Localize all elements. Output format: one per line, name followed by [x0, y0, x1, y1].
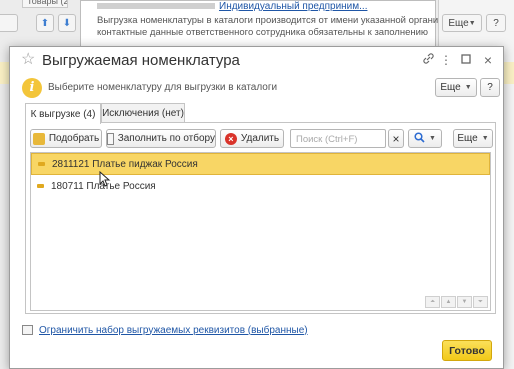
link-icon[interactable] [420, 52, 436, 68]
scroll-bottom-icon[interactable]: ⏷ [473, 296, 488, 308]
dialog-title: Выгружаемая номенклатура [42, 52, 240, 69]
pick-label: Подобрать [48, 133, 100, 144]
fill-icon [107, 132, 114, 145]
search-icon [414, 131, 425, 146]
limit-attributes: Ограничить набор выгружаемых реквизитов … [22, 323, 308, 337]
grid-navigation: ⏶ ▲ ▼ ⏷ [425, 296, 488, 308]
scroll-top-icon[interactable]: ⏶ [425, 296, 440, 308]
bg-form-panel: Индивидуальный предприним... Выгрузка но… [80, 0, 467, 48]
fill-label: Заполнить по отбору [117, 133, 215, 144]
chevron-down-icon: ▼ [468, 19, 476, 27]
tab-label: Исключения (нет) [102, 108, 184, 119]
bg-tab: Товары (2) [22, 0, 68, 8]
bg-down-button: ⬇ [58, 14, 76, 32]
delete-icon: × [224, 132, 237, 145]
fill-by-filter-button[interactable]: Заполнить по отбору [106, 129, 216, 148]
bg-more-button: Еще ▼ [442, 14, 482, 32]
search-placeholder: Поиск (Ctrl+F) [296, 134, 358, 145]
item-icon [37, 184, 44, 188]
menu-dots-icon[interactable]: ⋮ [438, 52, 454, 68]
info-bar: i Выберите номенклатуру для выгрузки в к… [20, 77, 500, 101]
maximize-icon[interactable] [458, 52, 474, 68]
search-clear-button[interactable]: × [388, 129, 404, 148]
scroll-up-icon[interactable]: ▲ [441, 296, 456, 308]
item-icon [38, 162, 45, 166]
bg-help-button: ? [486, 14, 506, 32]
info-icon: i [22, 78, 42, 98]
clear-icon: × [392, 131, 400, 146]
tab-to-export[interactable]: К выгрузке (4) [25, 103, 101, 124]
arrow-up-icon: ⬆ [40, 17, 50, 29]
limit-attributes-link[interactable]: Ограничить набор выгружаемых реквизитов … [39, 325, 308, 336]
list-more-label: Еще [457, 133, 478, 144]
attributes-icon [22, 325, 33, 335]
help-button-label: ? [487, 82, 493, 93]
chevron-down-icon: ▼ [481, 135, 489, 142]
export-items-dialog: ☆ Выгружаемая номенклатура ⋮ × i Выберит… [9, 46, 504, 369]
info-text: Выберите номенклатуру для выгрузки в кат… [48, 82, 278, 93]
bg-organization-link: Индивидуальный предприним... [219, 1, 368, 12]
list-more-button[interactable]: Еще ▼ [453, 129, 493, 148]
scroll-down-icon[interactable]: ▼ [457, 296, 472, 308]
help-button[interactable]: ? [480, 78, 500, 97]
star-icon[interactable]: ☆ [21, 51, 35, 69]
arrow-down-icon: ⬇ [62, 17, 72, 29]
search-button[interactable]: ▼ [408, 129, 442, 148]
bg-selection-right [504, 62, 514, 84]
bg-button [0, 14, 18, 32]
more-button[interactable]: Еще ▼ [435, 78, 477, 97]
dialog-titlebar: ☆ Выгружаемая номенклатура ⋮ × [10, 47, 503, 75]
pick-icon [32, 132, 45, 145]
tab-label: К выгрузке (4) [30, 108, 96, 120]
bg-more-label: Еще [448, 17, 469, 29]
delete-label: Удалить [240, 133, 280, 144]
pick-button[interactable]: Подобрать [30, 129, 102, 148]
row-text: 2811121 Платье пиджак Россия [52, 158, 198, 170]
chevron-down-icon: ▼ [464, 84, 472, 91]
list-toolbar: Подобрать Заполнить по отбору × Удалить … [30, 128, 493, 149]
tab-panel: Подобрать Заполнить по отбору × Удалить … [25, 122, 496, 314]
done-button-label: Готово [449, 344, 485, 357]
tab-exclusions[interactable]: Исключения (нет) [101, 103, 185, 123]
bg-up-button: ⬆ [36, 14, 54, 32]
bg-redacted-field [97, 3, 215, 9]
search-input[interactable]: Поиск (Ctrl+F) [290, 129, 386, 148]
close-icon[interactable]: × [480, 52, 496, 68]
done-button[interactable]: Готово [442, 340, 492, 361]
chevron-down-icon: ▼ [429, 135, 436, 142]
bg-info-line-2: контактные данные ответственного сотрудн… [97, 27, 429, 38]
mouse-cursor-icon [99, 171, 111, 187]
delete-button[interactable]: × Удалить [220, 129, 284, 148]
more-button-label: Еще [440, 82, 461, 93]
bg-info-line-1: Выгрузка номенклатуры в каталоги произво… [97, 15, 467, 26]
